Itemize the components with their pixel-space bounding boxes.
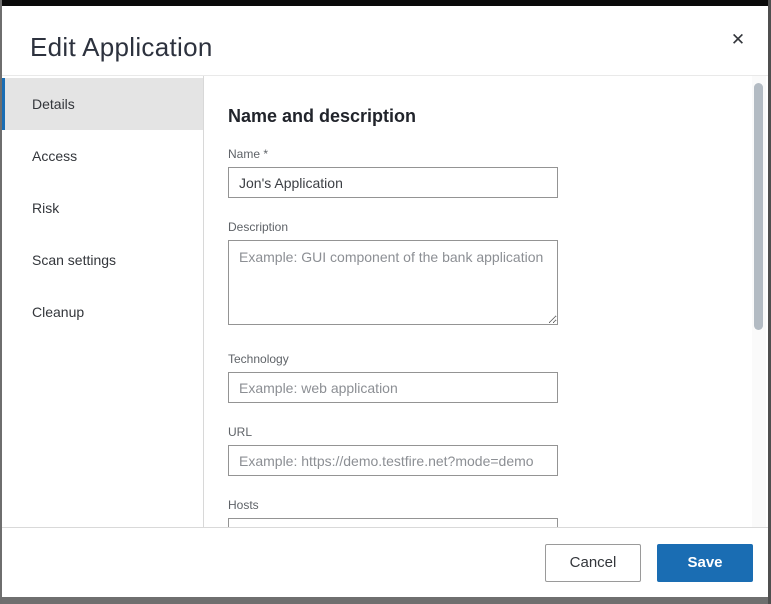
sidebar-item-label: Cleanup [32, 304, 84, 320]
sidebar: Details Access Risk Scan settings Cleanu… [2, 76, 204, 527]
dialog-header: Edit Application ✕ [2, 6, 768, 76]
technology-label: Technology [228, 352, 768, 366]
sidebar-item-risk[interactable]: Risk [2, 182, 203, 234]
close-icon[interactable]: ✕ [726, 28, 750, 52]
save-button[interactable]: Save [657, 544, 753, 582]
scrollbar-thumb[interactable] [754, 83, 763, 330]
sidebar-item-label: Risk [32, 200, 59, 216]
sidebar-item-label: Access [32, 148, 77, 164]
sidebar-item-scan-settings[interactable]: Scan settings [2, 234, 203, 286]
sidebar-item-label: Scan settings [32, 252, 116, 268]
name-label: Name * [228, 147, 768, 161]
section-heading: Name and description [228, 106, 768, 127]
details-panel: Name and description Name * Description … [204, 76, 768, 527]
sidebar-item-access[interactable]: Access [2, 130, 203, 182]
dialog-body: Details Access Risk Scan settings Cleanu… [2, 76, 768, 527]
dialog-title: Edit Application [30, 32, 213, 63]
cancel-button[interactable]: Cancel [545, 544, 641, 582]
sidebar-item-label: Details [32, 96, 75, 112]
window-bottom-edge [2, 597, 768, 604]
name-field-group: Name * [228, 147, 768, 198]
name-input[interactable] [228, 167, 558, 198]
hosts-input[interactable] [228, 518, 558, 527]
sidebar-item-details[interactable]: Details [2, 78, 203, 130]
hosts-label: Hosts [228, 498, 768, 512]
vertical-scrollbar[interactable] [752, 76, 766, 527]
technology-input[interactable] [228, 372, 558, 403]
description-field-group: Description [228, 220, 768, 330]
sidebar-item-cleanup[interactable]: Cleanup [2, 286, 203, 338]
url-input[interactable] [228, 445, 558, 476]
url-label: URL [228, 425, 768, 439]
technology-field-group: Technology [228, 352, 768, 403]
url-field-group: URL [228, 425, 768, 476]
hosts-field-group: Hosts [228, 498, 768, 527]
edit-application-dialog: Edit Application ✕ Details Access Risk S… [0, 0, 771, 604]
dialog-footer: Cancel Save [2, 527, 768, 597]
description-textarea[interactable] [228, 240, 558, 325]
description-label: Description [228, 220, 768, 234]
